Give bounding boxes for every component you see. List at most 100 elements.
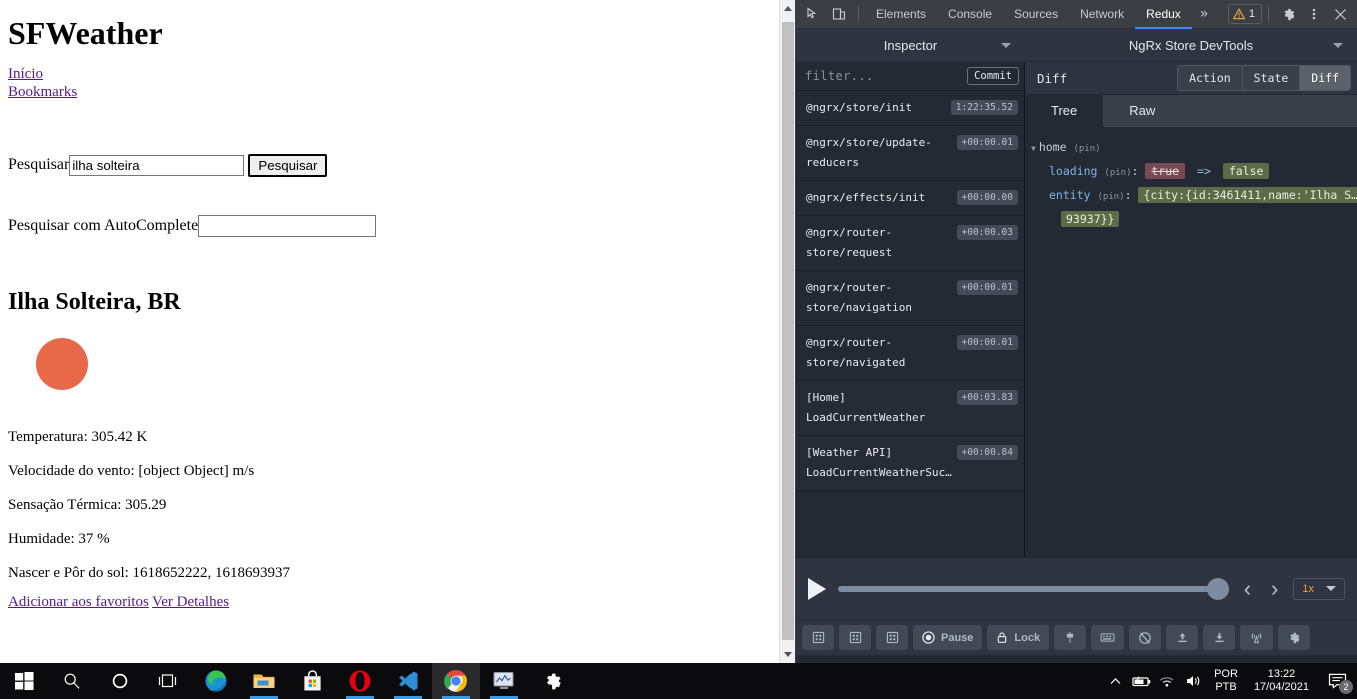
volume-icon[interactable] <box>1180 663 1206 699</box>
playback-speed-selector[interactable]: 1x <box>1293 577 1345 600</box>
action-list-item[interactable]: @ngrx/store/update-reducers +00:00.01 <box>796 126 1024 181</box>
search-input[interactable] <box>69 154 245 176</box>
tree-node-loading[interactable]: loading (pin): true => false <box>1031 160 1357 184</box>
action-filter-input[interactable]: filter... <box>805 69 874 83</box>
task-view-icon <box>158 674 177 688</box>
show-hidden-icons-chevron-up-icon[interactable] <box>1102 663 1128 699</box>
action-list-item[interactable]: @ngrx/router-store/navigated +00:00.01 <box>796 326 1024 381</box>
scroll-down-arrow-icon[interactable] <box>780 646 796 663</box>
search-form: Pesquisar Pesquisar <box>8 153 787 177</box>
upload-arrow-icon <box>1178 633 1187 643</box>
speed-chevron-down-icon[interactable] <box>1326 586 1336 591</box>
tab-console[interactable]: Console <box>937 0 1003 29</box>
action-list-item[interactable]: @ngrx/router-store/navigation +00:00.01 <box>796 271 1024 326</box>
action-list-item[interactable]: [Home] LoadCurrentWeather +00:03.83 <box>796 381 1024 436</box>
play-button[interactable] <box>808 577 826 600</box>
tab-tree[interactable]: Tree <box>1025 95 1104 127</box>
inspector-selector[interactable]: Inspector <box>796 29 1025 62</box>
expand-triangle-icon[interactable]: ▼ <box>1031 144 1036 153</box>
tab-action[interactable]: Action <box>1178 66 1243 90</box>
start-button[interactable] <box>0 663 48 699</box>
devtools-close-icon[interactable] <box>1327 2 1353 26</box>
export-button[interactable] <box>1203 625 1236 650</box>
settings-button[interactable] <box>1278 625 1311 650</box>
tree-key-loading: loading <box>1049 164 1098 178</box>
dock-right-icon[interactable] <box>839 625 871 650</box>
lock-button[interactable]: Lock <box>987 625 1050 650</box>
nav-link-bookmarks[interactable]: Bookmarks <box>8 83 787 101</box>
commit-button[interactable]: Commit <box>967 67 1019 85</box>
view-details-link[interactable]: Ver Detalhes <box>152 594 229 610</box>
tab-sources[interactable]: Sources <box>1003 0 1069 29</box>
edge-button[interactable] <box>192 663 240 699</box>
action-name: @ngrx/effects/init <box>806 191 926 204</box>
tab-elements[interactable]: Elements <box>865 0 937 29</box>
action-name: @ngrx/router-store/request <box>806 226 893 259</box>
slider-knob[interactable] <box>1206 577 1229 600</box>
action-name: @ngrx/store/init <box>806 101 912 114</box>
step-back-button[interactable]: ‹ <box>1239 576 1256 602</box>
nav-link-inicio[interactable]: Início <box>8 65 787 83</box>
store-bag-icon <box>303 670 321 691</box>
keyboard-button[interactable] <box>1091 625 1125 650</box>
action-list-item[interactable]: @ngrx/effects/init +00:00.00 <box>796 181 1024 216</box>
page-scrollbar[interactable] <box>779 0 795 663</box>
nav-links: Início Bookmarks <box>8 65 787 102</box>
battery-charging-icon[interactable] <box>1128 663 1154 699</box>
broadcast-antenna-icon <box>1251 632 1262 643</box>
action-list-item[interactable]: @ngrx/store/init 1:22:35.52 <box>796 91 1024 126</box>
step-forward-button[interactable]: › <box>1266 576 1283 602</box>
tab-network[interactable]: Network <box>1069 0 1135 29</box>
tab-state[interactable]: State <box>1242 66 1301 90</box>
vscode-button[interactable] <box>384 663 432 699</box>
settings-button[interactable] <box>528 663 576 699</box>
tree-node-root[interactable]: ▼ home (pin) <box>1031 136 1357 160</box>
metric-humidity: Humidade: 37 % <box>8 530 110 547</box>
task-view-button[interactable] <box>144 663 192 699</box>
devtools-settings-gear-icon[interactable] <box>1275 2 1301 26</box>
scrollbar-thumb[interactable] <box>782 22 794 640</box>
store-chevron-down-icon[interactable] <box>1333 42 1343 48</box>
tree-pin[interactable]: (pin) <box>1097 192 1124 202</box>
device-toolbar-icon[interactable] <box>826 2 852 26</box>
cortana-button[interactable] <box>96 663 144 699</box>
wifi-icon[interactable] <box>1154 663 1180 699</box>
timeline-slider[interactable] <box>838 577 1229 600</box>
import-button[interactable] <box>1166 625 1199 650</box>
dock-fullscreen-icon[interactable] <box>876 625 908 650</box>
notifications-button[interactable]: 2 <box>1317 663 1357 699</box>
inspector-chevron-down-icon[interactable] <box>1001 42 1011 48</box>
clock[interactable]: 13:22 17/04/2021 <box>1246 668 1317 694</box>
action-list-item[interactable]: @ngrx/router-store/request +00:00.03 <box>796 216 1024 271</box>
scroll-up-arrow-icon[interactable] <box>780 0 796 17</box>
inspect-element-icon[interactable] <box>800 2 826 26</box>
chrome-button[interactable] <box>432 663 480 699</box>
tab-redux[interactable]: Redux <box>1135 0 1192 29</box>
monitor-app-button[interactable] <box>480 663 528 699</box>
search-button[interactable] <box>48 663 96 699</box>
pin-button[interactable] <box>1054 625 1087 650</box>
more-tabs-icon[interactable]: » <box>1192 6 1216 22</box>
store-selector[interactable]: NgRx Store DevTools <box>1025 29 1357 62</box>
opera-button[interactable] <box>336 663 384 699</box>
tree-root-pin[interactable]: (pin) <box>1073 144 1100 154</box>
warning-badge[interactable]: 1 <box>1227 4 1262 24</box>
redux-panel-header: Inspector NgRx Store DevTools <box>796 29 1357 62</box>
autocomplete-input[interactable] <box>198 214 377 237</box>
action-list-item[interactable]: [Weather API] LoadCurrentWeatherSuc… +00… <box>796 436 1024 491</box>
dispatch-disabled-button[interactable] <box>1129 625 1162 650</box>
add-to-favorites-link[interactable]: Adicionar aos favoritos <box>8 594 149 610</box>
language-indicator[interactable]: POR PTB <box>1206 668 1246 694</box>
monitor-chart-icon <box>493 672 514 689</box>
pause-button[interactable]: Pause <box>913 625 983 650</box>
microsoft-store-button[interactable] <box>288 663 336 699</box>
remote-button[interactable] <box>1240 625 1274 650</box>
devtools-kebab-menu-icon[interactable] <box>1301 2 1327 26</box>
tab-diff[interactable]: Diff <box>1300 66 1350 90</box>
tree-pin[interactable]: (pin) <box>1104 168 1131 178</box>
file-explorer-button[interactable] <box>240 663 288 699</box>
dock-bottom-icon[interactable] <box>802 625 834 650</box>
tab-raw[interactable]: Raw <box>1103 95 1182 127</box>
search-button[interactable]: Pesquisar <box>248 153 328 177</box>
tree-node-entity[interactable]: entity (pin): {city:{id:3461411,name:'Il… <box>1031 184 1357 208</box>
